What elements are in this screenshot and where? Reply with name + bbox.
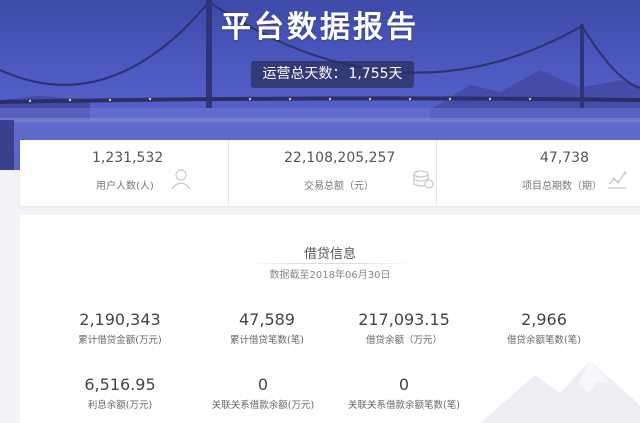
metric-label: 借贷余额（万元）: [365, 335, 442, 346]
user-icon: [171, 169, 191, 190]
metric-label: 累计借贷笔数(笔): [230, 335, 304, 346]
metric-label: 关联关系借款余额笔数(笔): [348, 400, 460, 411]
data-as-of-date: 数据截至2018年06月30日: [269, 270, 391, 281]
metric-loan-balance: 217,093.15 借贷余额（万元）: [334, 310, 474, 346]
metric-balance-count: 2,966 借贷余额笔数(笔): [474, 310, 614, 346]
loan-info-card: 借贷信息 数据截至2018年06月30日 2,190,343 累计借贷金额(万元…: [20, 215, 640, 423]
stat-volume: 22,108,205,257 交易总额（元）: [228, 140, 436, 206]
metric-label: 关联关系借款余额(万元): [211, 400, 315, 411]
page: 平台数据报告 运营总天数： 1,755天 1,231,532 用户人数(人) 22…: [0, 0, 640, 423]
stat-volume-value: 22,108,205,257: [284, 150, 396, 166]
metric-label: 利息余额(万元): [87, 400, 153, 411]
metric-related-balance: 0 关联关系借款余额(万元): [193, 375, 333, 411]
metric-label: 累计借贷金额(万元): [78, 335, 162, 346]
stat-volume-label: 交易总额（元）: [304, 181, 374, 192]
summary-stats-card: 1,231,532 用户人数(人) 22,108,205,257 交易总额（元）…: [20, 140, 640, 206]
metric-value: 0: [398, 375, 410, 394]
metric-value: 2,190,343: [79, 310, 161, 329]
chart-icon: [608, 171, 627, 189]
stat-projects-label: 项目总期数（期）: [522, 181, 602, 192]
mountain-watermark: [480, 361, 640, 423]
stat-users: 1,231,532 用户人数(人): [20, 140, 228, 206]
metric-cumulative-amount: 2,190,343 累计借贷金额(万元): [50, 310, 190, 346]
metric-value: 0: [257, 375, 269, 394]
stat-users-value: 1,231,532: [92, 150, 164, 166]
stat-projects: 47,738 项目总期数（期）: [436, 140, 640, 206]
title-underline: [250, 263, 410, 264]
metric-cumulative-count: 47,589 累计借贷笔数(笔): [197, 310, 337, 346]
operating-days-badge: 运营总天数： 1,755天: [251, 61, 414, 88]
page-title: 平台数据报告: [221, 10, 419, 45]
metric-related-count: 0 关联关系借款余额笔数(笔): [334, 375, 474, 411]
metric-interest-balance: 6,516.95 利息余额(万元): [50, 375, 190, 411]
stat-users-label: 用户人数(人): [96, 181, 154, 192]
coins-icon: [413, 170, 434, 189]
metric-value: 6,516.95: [84, 375, 156, 394]
loan-section-title: 借贷信息: [303, 247, 356, 262]
metric-value: 2,966: [521, 310, 567, 329]
operating-days-label: 运营总天数：: [262, 66, 347, 82]
metric-value: 217,093.15: [358, 310, 450, 329]
stat-projects-value: 47,738: [540, 150, 589, 166]
metric-value: 47,589: [239, 310, 295, 329]
operating-days-value: 1,755天: [348, 66, 403, 82]
metric-label: 借贷余额笔数(笔): [507, 335, 581, 346]
